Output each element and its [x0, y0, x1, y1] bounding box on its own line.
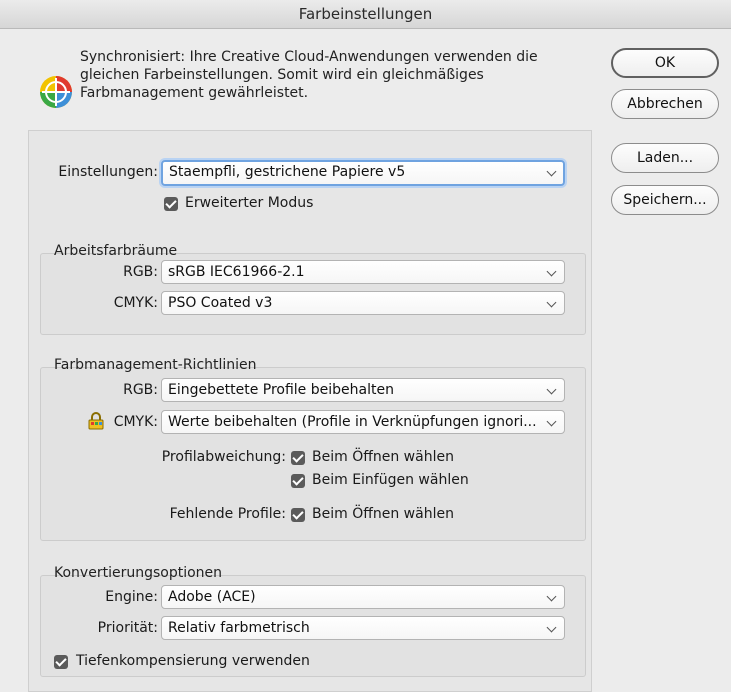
- mismatch-paste-label: Beim Einfügen wählen: [312, 472, 469, 488]
- chevron-down-icon: [546, 297, 557, 308]
- ws-rgb-label: RGB:: [123, 264, 158, 280]
- settings-select[interactable]: Staempfli, gestrichene Papiere v5: [161, 160, 565, 186]
- policies-title: Farbmanagement-Richtlinien: [54, 357, 257, 373]
- cancel-button[interactable]: Abbrechen: [611, 89, 719, 119]
- intent-label: Priorität:: [97, 620, 158, 636]
- sync-line-2: gleichen Farbeinstellungen. Somit wird e…: [80, 67, 484, 83]
- ok-button[interactable]: OK: [611, 48, 719, 78]
- missing-open-checkbox[interactable]: [291, 508, 305, 522]
- ws-cmyk-label: CMYK:: [113, 295, 158, 311]
- ws-rgb-value: sRGB IEC61966-2.1: [168, 264, 305, 280]
- chevron-down-icon: [546, 166, 557, 177]
- chevron-down-icon: [546, 416, 557, 427]
- color-sync-icon: [40, 76, 72, 108]
- ws-cmyk-select[interactable]: PSO Coated v3: [161, 291, 565, 315]
- policy-rgb-value: Eingebettete Profile beibehalten: [168, 382, 394, 398]
- engine-value: Adobe (ACE): [168, 589, 256, 605]
- window-title-bar: Farbeinstellungen: [0, 0, 731, 29]
- policy-cmyk-select[interactable]: Werte beibehalten (Profile in Verknüpfun…: [161, 410, 565, 434]
- chevron-down-icon: [546, 384, 557, 395]
- advanced-mode-label: Erweiterter Modus: [185, 195, 314, 211]
- profile-mismatch-label: Profilabweichung:: [161, 449, 286, 465]
- policy-cmyk-label: CMYK:: [113, 414, 158, 430]
- mismatch-open-label: Beim Öffnen wählen: [312, 449, 454, 465]
- intent-value: Relativ farbmetrisch: [168, 620, 310, 636]
- load-button[interactable]: Laden...: [611, 143, 719, 173]
- lock-icon: [88, 412, 104, 430]
- chevron-down-icon: [546, 591, 557, 602]
- chevron-down-icon: [546, 622, 557, 633]
- window-title: Farbeinstellungen: [298, 5, 433, 23]
- conversion-title: Konvertierungsoptionen: [54, 565, 223, 581]
- sync-line-1: Synchronisiert: Ihre Creative Cloud-Anwe…: [80, 49, 538, 65]
- settings-value: Staempfli, gestrichene Papiere v5: [169, 164, 406, 180]
- engine-label: Engine:: [105, 589, 158, 605]
- policy-rgb-select[interactable]: Eingebettete Profile beibehalten: [161, 378, 565, 402]
- policy-cmyk-value: Werte beibehalten (Profile in Verknüpfun…: [168, 414, 537, 430]
- engine-select[interactable]: Adobe (ACE): [161, 585, 565, 609]
- mismatch-open-checkbox[interactable]: [291, 451, 305, 465]
- sync-status-text: Synchronisiert: Ihre Creative Cloud-Anwe…: [80, 48, 570, 102]
- mismatch-paste-checkbox[interactable]: [291, 474, 305, 488]
- save-button[interactable]: Speichern...: [611, 185, 719, 215]
- missing-open-label: Beim Öffnen wählen: [312, 506, 454, 522]
- policy-rgb-label: RGB:: [123, 382, 158, 398]
- chevron-down-icon: [546, 266, 557, 277]
- intent-select[interactable]: Relativ farbmetrisch: [161, 616, 565, 640]
- sync-line-3: Farbmanagement gewährleistet.: [80, 85, 309, 101]
- ws-cmyk-value: PSO Coated v3: [168, 295, 273, 311]
- settings-label: Einstellungen:: [58, 164, 158, 180]
- missing-profiles-label: Fehlende Profile:: [169, 506, 286, 522]
- black-point-label: Tiefenkompensierung verwenden: [76, 653, 310, 669]
- ws-rgb-select[interactable]: sRGB IEC61966-2.1: [161, 260, 565, 284]
- advanced-mode-checkbox[interactable]: [164, 197, 178, 211]
- working-spaces-title: Arbeitsfarbräume: [54, 243, 178, 259]
- black-point-checkbox[interactable]: [54, 655, 68, 669]
